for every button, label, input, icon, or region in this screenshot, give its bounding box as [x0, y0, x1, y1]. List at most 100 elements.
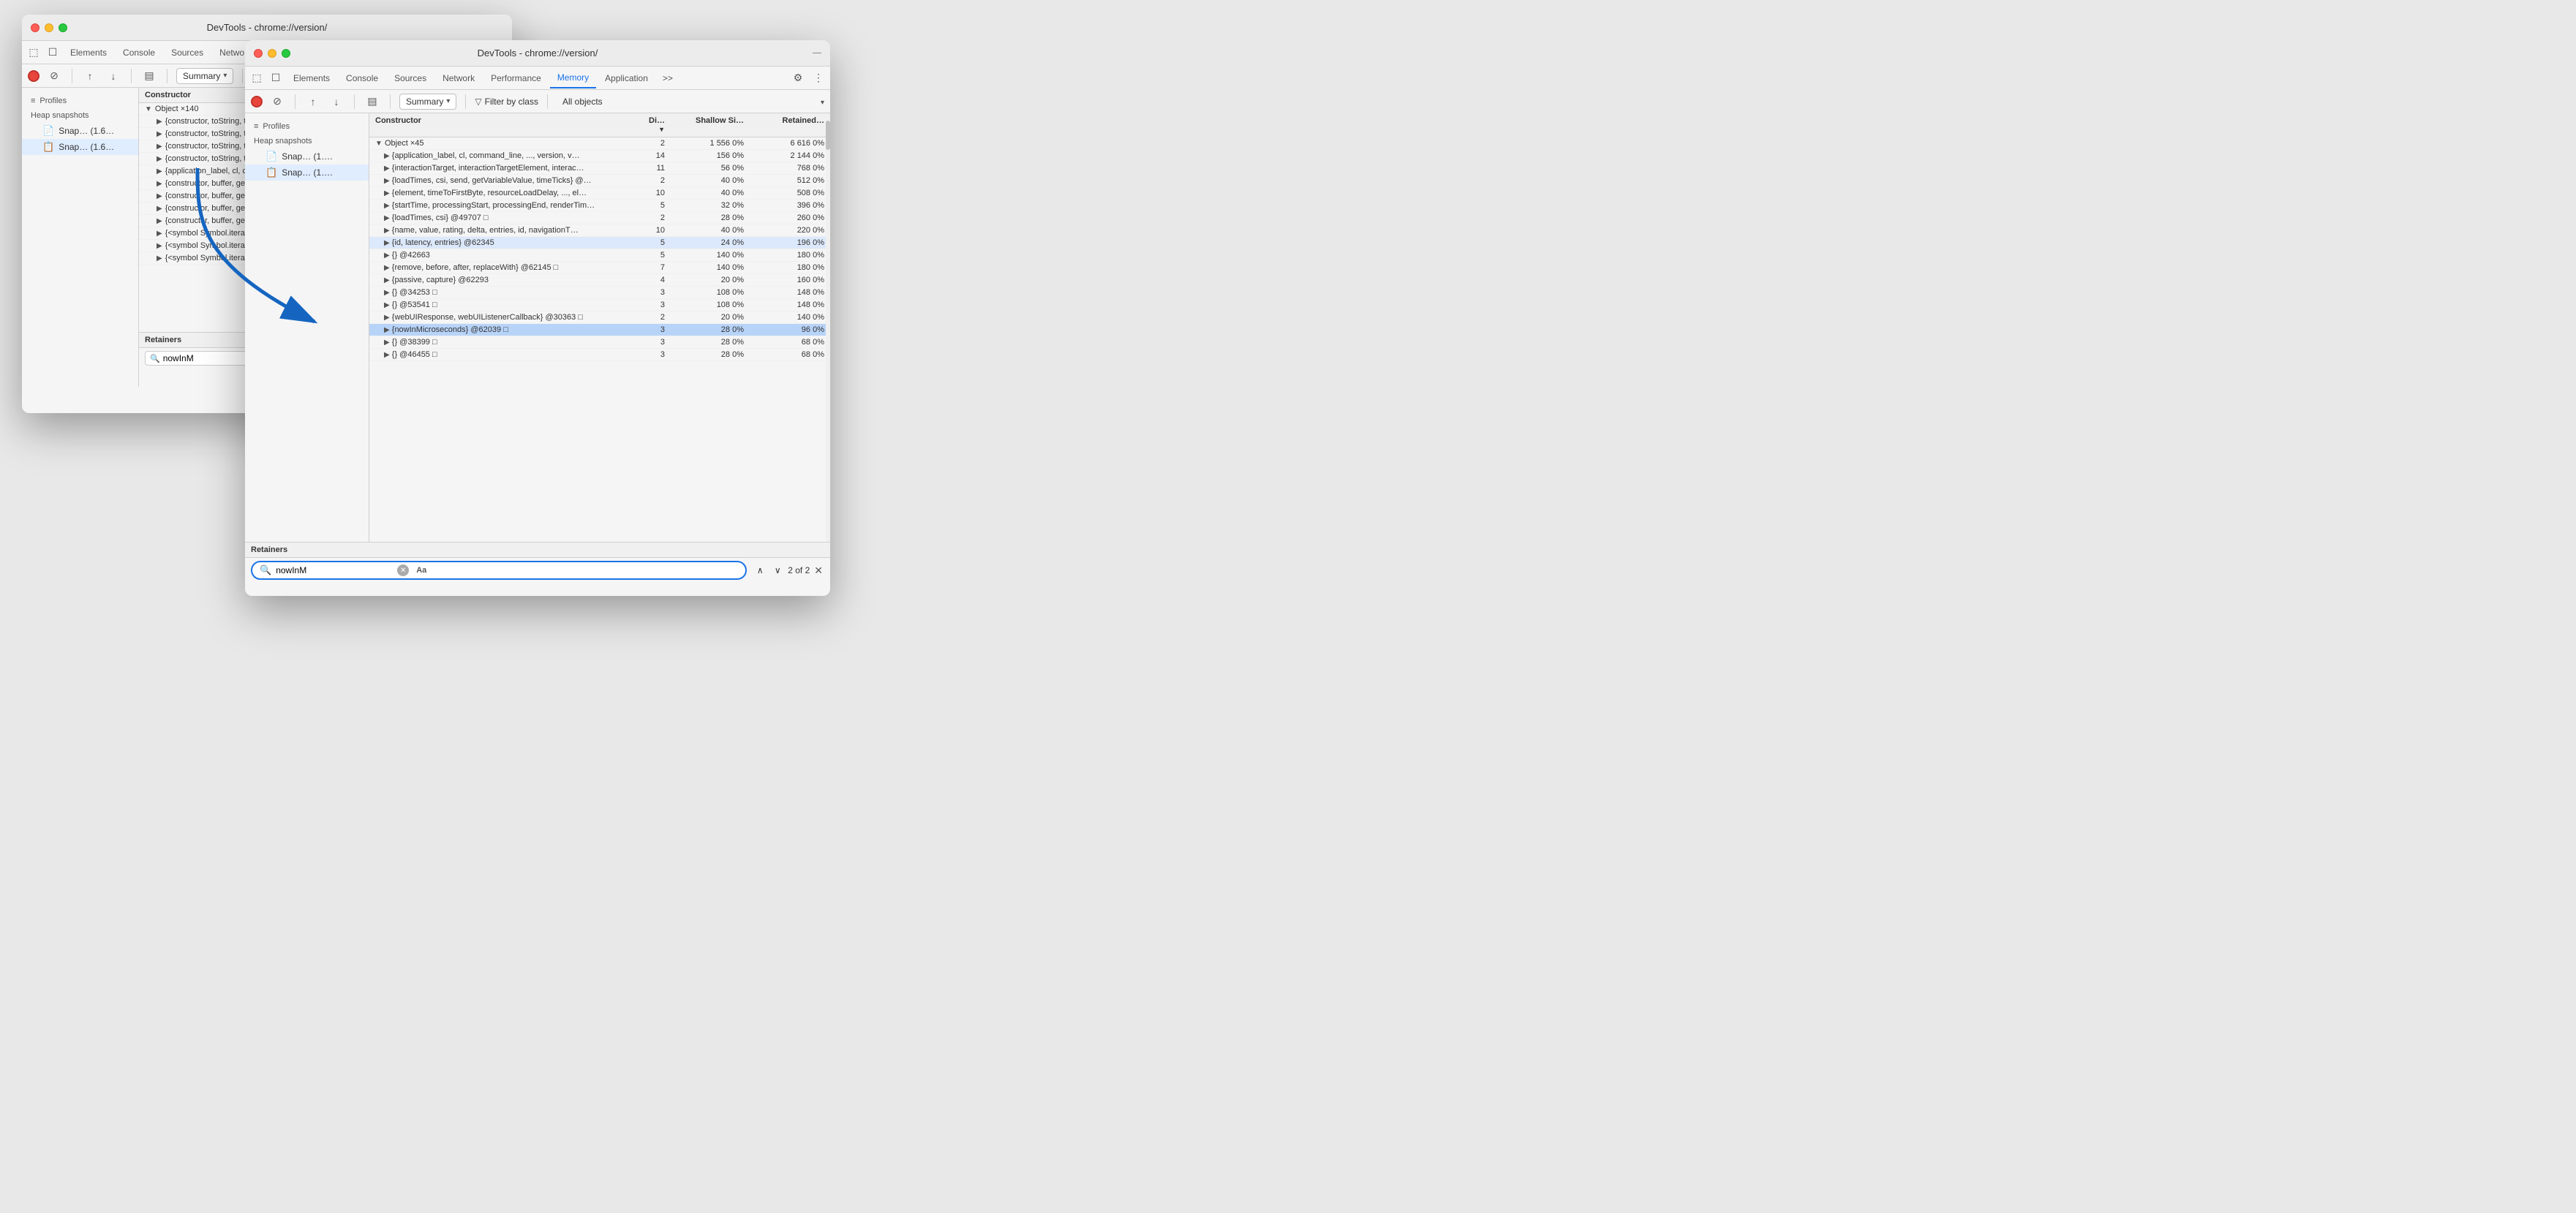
snapshot-item-2-2[interactable]: 📋 Snap… (1…. — [245, 165, 369, 181]
w2-row-5[interactable]: ▶ {startTime, processingStart, processin… — [369, 200, 830, 212]
close-button-1[interactable] — [31, 23, 39, 32]
search-next-btn-2[interactable]: ∨ — [770, 563, 785, 578]
download-icon-1[interactable]: ↓ — [105, 67, 122, 85]
tab-network-2[interactable]: Network — [435, 68, 482, 88]
close-search-btn-2[interactable]: ✕ — [813, 563, 824, 578]
maximize-button-1[interactable] — [59, 23, 67, 32]
layers-icon-2[interactable]: ▤ — [364, 93, 381, 110]
minimize-button-1[interactable] — [45, 23, 53, 32]
w2-row-15[interactable]: ▶ {nowInMicroseconds} @62039 □ 3 28 0% 9… — [369, 324, 830, 336]
tab-sources-1[interactable]: Sources — [164, 42, 211, 63]
snapshot-item-1-2[interactable]: 📋 Snap… (1.6… — [22, 139, 138, 155]
tab-console-1[interactable]: Console — [116, 42, 162, 63]
snapshot-item-1-1[interactable]: 📄 Snap… (1.6… — [22, 123, 138, 139]
expand-row-1-11[interactable]: ▶ — [157, 242, 162, 250]
tab-bar-2: ⬚ ☐ Elements Console Sources Network Per… — [245, 67, 830, 90]
stop-button-2[interactable]: ⊘ — [268, 93, 286, 110]
expand-row-1-10[interactable]: ▶ — [157, 230, 162, 238]
sidebar-1: ≡ Profiles Heap snapshots 📄 Snap… (1.6… … — [22, 88, 139, 387]
tab-elements-2[interactable]: Elements — [286, 68, 337, 88]
mobile-icon-1[interactable]: ☐ — [44, 44, 61, 61]
col-shallow-header-2[interactable]: Shallow Si… — [671, 116, 744, 134]
expand-row-1-9[interactable]: ▶ — [157, 217, 162, 225]
more-icon-2[interactable]: ⋮ — [810, 69, 827, 87]
expand-icon-obj-2[interactable]: ▼ — [375, 140, 383, 148]
stop-button-1[interactable]: ⊘ — [45, 67, 63, 85]
maximize-button-2[interactable] — [282, 49, 290, 58]
all-objects-2[interactable]: All objects — [557, 94, 609, 109]
expand-row-1-7[interactable]: ▶ — [157, 192, 162, 200]
match-case-btn-2[interactable]: Aa — [413, 564, 429, 576]
retainers-search-input-1[interactable] — [163, 353, 251, 363]
filter-expand-btn[interactable]: ▾ — [821, 97, 824, 107]
col-retained-header-2[interactable]: Retained… — [744, 116, 824, 134]
w2-row-9[interactable]: ▶ {} @42663 5 140 0% 180 0% — [369, 249, 830, 262]
w2-row-6[interactable]: ▶ {loadTimes, csi} @49707 □ 2 28 0% 260 … — [369, 212, 830, 224]
tab-application-2[interactable]: Application — [598, 68, 655, 88]
snapshot-file-icon-2-2: 📋 — [265, 167, 277, 178]
scroll-thumb-2[interactable] — [826, 121, 830, 150]
w2-row-14[interactable]: ▶ {webUIResponse, webUIListenerCallback}… — [369, 311, 830, 324]
separator-4 — [242, 69, 243, 83]
tab-sources-2[interactable]: Sources — [387, 68, 434, 88]
tab-performance-2[interactable]: Performance — [483, 68, 549, 88]
scrollbar-2[interactable] — [826, 113, 830, 542]
clear-search-btn-2[interactable]: ✕ — [397, 564, 409, 576]
search-prev-btn-2[interactable]: ∧ — [753, 563, 767, 578]
settings-icon-2[interactable]: ⚙ — [789, 69, 807, 87]
mobile-icon-2[interactable]: ☐ — [267, 69, 285, 87]
col-distance-header-2[interactable]: Di… ▼ — [641, 116, 671, 134]
w2-row-7[interactable]: ▶ {name, value, rating, delta, entries, … — [369, 224, 830, 237]
upload-icon-1[interactable]: ↑ — [81, 67, 99, 85]
tab-memory-2[interactable]: Memory — [550, 68, 596, 88]
snapshot-item-2-1[interactable]: 📄 Snap… (1…. — [245, 148, 369, 165]
expand-row-1-8[interactable]: ▶ — [157, 205, 162, 213]
w2-row-9-name: ▶ {} @42663 — [384, 251, 641, 260]
record-button-2[interactable] — [251, 96, 263, 107]
w2-row-8[interactable]: ▶ {id, latency, entries} @62345 5 24 0% … — [369, 237, 830, 249]
w2-row-11[interactable]: ▶ {passive, capture} @62293 4 20 0% 160 … — [369, 274, 830, 287]
tab-elements-1[interactable]: Elements — [63, 42, 114, 63]
expand-icon-1[interactable]: ▼ — [145, 105, 152, 113]
w2-row-16[interactable]: ▶ {} @38399 □ 3 28 0% 68 0% — [369, 336, 830, 349]
filter-label-2: Filter by class — [485, 97, 538, 107]
w2-row-14-name: ▶ {webUIResponse, webUIListenerCallback}… — [384, 313, 641, 322]
expand-row-1-12[interactable]: ▶ — [157, 254, 162, 262]
w2-row-4[interactable]: ▶ {element, timeToFirstByte, resourceLoa… — [369, 187, 830, 200]
devtools-window-2: DevTools - chrome://version/ ⬚ ☐ Element… — [245, 40, 830, 596]
record-button-1[interactable] — [28, 70, 39, 82]
layers-icon-1[interactable]: ▤ — [140, 67, 158, 85]
filter-by-class-2[interactable]: ▽ Filter by class — [475, 97, 538, 107]
w2-row-3[interactable]: ▶ {loadTimes, csi, send, getVariableValu… — [369, 175, 830, 187]
w2-row-1[interactable]: ▶ {application_label, cl, command_line, … — [369, 150, 830, 162]
retainers-search-input-2[interactable] — [276, 565, 393, 575]
summary-dropdown-2[interactable]: Summary ▾ — [399, 94, 456, 110]
expand-row-1-1[interactable]: ▶ — [157, 118, 162, 126]
w2-row-2[interactable]: ▶ {interactionTarget, interactionTargetE… — [369, 162, 830, 175]
expand-row-1-3[interactable]: ▶ — [157, 143, 162, 151]
expand-row-1-6[interactable]: ▶ — [157, 180, 162, 188]
w2-row-17[interactable]: ▶ {} @46455 □ 3 28 0% 68 0% — [369, 349, 830, 361]
w2-row-12[interactable]: ▶ {} @34253 □ 3 108 0% 148 0% — [369, 287, 830, 299]
minimize-button-2[interactable] — [268, 49, 276, 58]
col-constructor-header-2[interactable]: Constructor — [375, 116, 641, 134]
object-distance-2: 2 — [641, 139, 671, 148]
w2-row-2-name: ▶ {interactionTarget, interactionTargetE… — [384, 164, 641, 173]
summary-label-2: Summary — [406, 97, 443, 107]
tab-console-2[interactable]: Console — [339, 68, 385, 88]
cursor-icon-1[interactable]: ⬚ — [25, 44, 42, 61]
search-magnifier-icon-2: 🔍 — [260, 564, 271, 576]
close-button-2[interactable] — [254, 49, 263, 58]
expand-row-1-5[interactable]: ▶ — [157, 167, 162, 175]
tab-more-2[interactable]: >> — [657, 70, 679, 86]
expand-row-1-4[interactable]: ▶ — [157, 155, 162, 163]
object-main-row-2[interactable]: ▼ Object ×45 2 1 556 0% 6 616 0% — [369, 137, 830, 150]
expand-row-1-2[interactable]: ▶ — [157, 130, 162, 138]
w2-row-13[interactable]: ▶ {} @53541 □ 3 108 0% 148 0% — [369, 299, 830, 311]
w2-row-1-name: ▶ {application_label, cl, command_line, … — [384, 151, 641, 160]
download-icon-2[interactable]: ↓ — [328, 93, 345, 110]
cursor-icon-2[interactable]: ⬚ — [248, 69, 265, 87]
w2-row-10[interactable]: ▶ {remove, before, after, replaceWith} @… — [369, 262, 830, 274]
summary-dropdown-1[interactable]: Summary ▾ — [176, 68, 233, 84]
upload-icon-2[interactable]: ↑ — [304, 93, 322, 110]
